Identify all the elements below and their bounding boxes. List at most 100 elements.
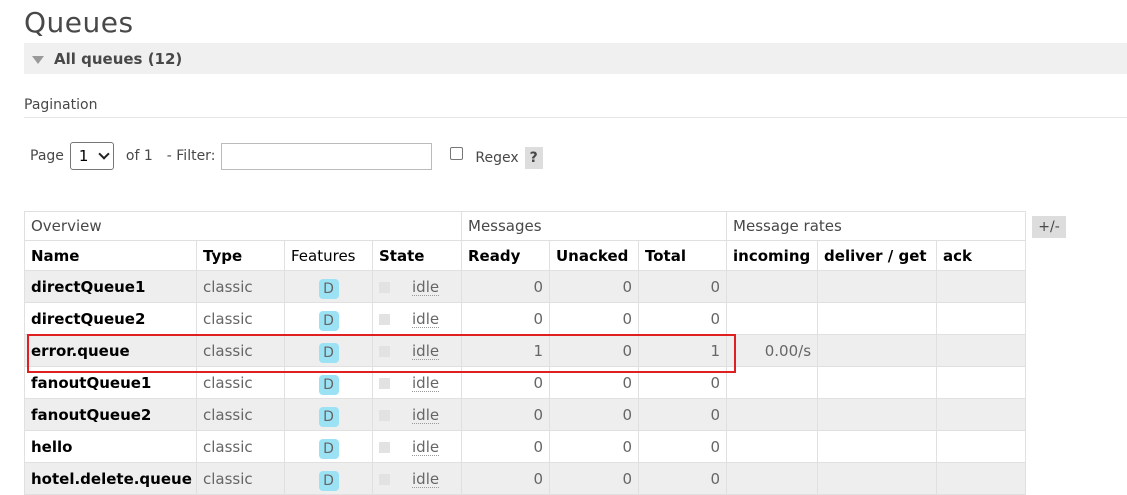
state-cell: idle [372,398,462,431]
table-row: fanoutQueue1 classic D idle 0 0 0 [24,366,1027,399]
regex-checkbox[interactable] [450,146,464,160]
deliver-get-rate [817,430,938,463]
ack-rate [936,366,1027,399]
page-count-label: of 1 [125,148,153,164]
deliver-get-rate [817,334,938,367]
table-row: hotel.delete.queue classic D idle 0 0 0 [24,462,1027,495]
state-text: idle [412,437,440,456]
column-header-state[interactable]: State [372,240,462,271]
unacked-count: 0 [549,302,639,335]
filter-label: - Filter: [166,148,216,164]
queue-type: classic [196,334,285,367]
state-indicator-icon [379,441,390,453]
page-select[interactable]: 1 [69,142,114,170]
column-header-incoming[interactable]: incoming [726,240,819,271]
ready-count: 1 [461,334,550,367]
state-cell: idle [372,334,462,367]
column-header-type[interactable]: Type [196,240,285,271]
unacked-count: 0 [549,398,639,431]
column-header-total[interactable]: Total [637,240,728,271]
state-indicator-icon [379,377,390,389]
ack-rate [936,270,1027,303]
deliver-get-rate [817,366,938,399]
unacked-count: 0 [549,366,639,399]
column-header-unacked[interactable]: Unacked [549,240,639,271]
ack-rate [936,334,1027,367]
pagination-controls: Page 1 of 1 - Filter: Regex ? [30,141,543,171]
queue-name-link[interactable]: fanoutQueue1 [24,366,197,399]
features-cell: D [284,334,373,367]
ack-rate [936,430,1027,463]
table-row: directQueue2 classic D idle 0 0 0 [24,302,1027,335]
deliver-get-rate [817,462,938,495]
filter-input[interactable] [221,142,433,170]
total-count: 0 [637,270,728,303]
table-row: error.queue classic D idle 1 0 1 0.00/s [24,334,1027,367]
total-count: 0 [637,366,728,399]
unacked-count: 0 [549,462,639,495]
group-header-overview: Overview [24,211,462,241]
state-cell: idle [372,366,462,399]
durable-badge: D [318,470,339,491]
pagination-divider [24,117,1127,118]
deliver-get-rate [817,398,938,431]
queue-name-link[interactable]: directQueue2 [24,302,197,335]
table-row: hello classic D idle 0 0 0 [24,430,1027,463]
state-indicator-icon [379,409,390,421]
features-cell: D [284,430,373,463]
regex-help-button[interactable]: ? [524,147,543,169]
durable-badge: D [318,406,339,427]
total-count: 0 [637,462,728,495]
incoming-rate [726,366,819,399]
pagination-heading: Pagination [24,97,98,113]
queue-type: classic [196,270,285,303]
column-header-features[interactable]: Features [284,240,373,271]
queue-type: classic [196,462,285,495]
durable-badge: D [318,342,339,363]
unacked-count: 0 [549,430,639,463]
group-header-message-rates: Message rates [726,211,1027,241]
incoming-rate [726,302,819,335]
column-header-name[interactable]: Name [24,240,197,271]
incoming-rate [726,462,819,495]
column-header-deliver-get[interactable]: deliver / get [817,240,938,271]
state-text: idle [412,309,440,328]
state-text: idle [412,277,440,296]
state-text: idle [412,405,440,424]
queue-name-link[interactable]: hotel.delete.queue [24,462,197,495]
durable-badge: D [318,310,339,331]
incoming-rate: 0.00/s [726,334,819,367]
queue-name-link[interactable]: fanoutQueue2 [24,398,197,431]
total-count: 0 [637,430,728,463]
ack-rate [936,398,1027,431]
durable-badge: D [318,438,339,459]
deliver-get-rate [817,302,938,335]
ack-rate [936,302,1027,335]
ack-rate [936,462,1027,495]
state-indicator-icon [379,281,390,293]
deliver-get-rate [817,270,938,303]
page-title: Queues [24,6,134,39]
unacked-count: 0 [549,270,639,303]
state-cell: idle [372,462,462,495]
queue-name-link[interactable]: directQueue1 [24,270,197,303]
state-cell: idle [372,430,462,463]
state-cell: idle [372,270,462,303]
ready-count: 0 [461,462,550,495]
durable-badge: D [318,278,339,299]
table-row: directQueue1 classic D idle 0 0 0 [24,270,1027,303]
regex-label: Regex [475,150,519,166]
queue-type: classic [196,302,285,335]
incoming-rate [726,430,819,463]
unacked-count: 0 [549,334,639,367]
toggle-columns-button[interactable]: +/- [1032,216,1066,238]
total-count: 1 [637,334,728,367]
queue-name-link[interactable]: hello [24,430,197,463]
state-indicator-icon [379,345,390,357]
queue-name-link[interactable]: error.queue [24,334,197,367]
column-header-ack[interactable]: ack [936,240,1027,271]
queue-type: classic [196,398,285,431]
features-cell: D [284,270,373,303]
column-header-ready[interactable]: Ready [461,240,550,271]
all-queues-section-toggle[interactable]: All queues (12) [24,43,1127,74]
